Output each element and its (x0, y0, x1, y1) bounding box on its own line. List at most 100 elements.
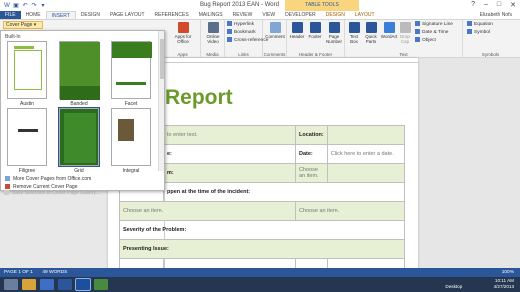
comment-label: Comment (265, 34, 285, 39)
text-box-button[interactable]: Text Box (346, 22, 362, 44)
save-selection-icon (4, 190, 9, 195)
start-icon[interactable] (4, 279, 18, 290)
save-selection-item[interactable]: Save Selection to Cover Page Gallery... (4, 190, 100, 197)
date-time-button[interactable]: Date & Time (415, 29, 448, 36)
more-cover-pages-item[interactable]: More Cover Pages from Office.com (5, 176, 91, 183)
symbol-label: Symbol (474, 30, 490, 35)
table-cell[interactable]: m: (163, 163, 296, 183)
table-cell[interactable]: Location: (295, 125, 328, 145)
document-title[interactable]: Report (165, 86, 233, 110)
cover-page-gallery: Built-In Austin Banded Facet Filigree Gr… (0, 30, 165, 191)
word-count[interactable]: 49 WORDS (42, 270, 67, 275)
table-cell[interactable]: Choose an item. (119, 201, 296, 221)
table-cell[interactable]: Choose an item. (295, 201, 405, 221)
apps-group: Apps for Office Apps (165, 20, 201, 58)
gallery-scrollbar[interactable] (158, 31, 164, 171)
quick-access-toolbar: W ▣ ↶ ↷ ▾ (4, 3, 46, 9)
outlook-icon[interactable] (58, 279, 72, 290)
cover-thumb-integral[interactable] (111, 108, 151, 166)
comment-button[interactable]: Comment (264, 22, 286, 39)
object-button[interactable]: Object (415, 37, 436, 44)
symbols-group-label: Symbols (481, 52, 500, 57)
cover-thumb-filigree[interactable] (7, 108, 47, 166)
footer-button[interactable]: Footer (306, 22, 324, 39)
table-row: Choose an item. Choose an item. (119, 201, 405, 221)
apps-icon (177, 22, 189, 33)
word-taskbar-icon[interactable] (75, 278, 91, 291)
tab-insert[interactable]: INSERT (45, 11, 76, 19)
save-icon[interactable]: ▣ (13, 3, 19, 9)
tab-home[interactable]: HOME (21, 11, 46, 19)
tab-page-layout[interactable]: PAGE LAYOUT (105, 11, 150, 19)
cover-thumb-austin[interactable] (7, 41, 47, 99)
wordart-icon (383, 22, 395, 33)
wordart-button[interactable]: WordArt (380, 22, 398, 39)
tab-design[interactable]: DESIGN (76, 11, 105, 19)
redo-icon[interactable]: ↷ (31, 3, 37, 9)
tab-developer[interactable]: DEVELOPER (280, 11, 321, 19)
table-cell[interactable]: Date: (295, 144, 328, 164)
cover-label-filigree: Filigree (18, 168, 36, 174)
apps-for-office-button[interactable]: Apps for Office (169, 22, 197, 44)
table-cell[interactable]: Presenting Issue: (119, 239, 405, 259)
hyperlink-button[interactable]: Hyperlink (227, 21, 254, 28)
explorer-icon[interactable] (22, 279, 36, 290)
apps-for-office-label: Apps for Office (174, 34, 192, 44)
drop-cap-button[interactable]: Drop Cap (398, 22, 412, 44)
header-button[interactable]: Header (288, 22, 306, 39)
desktop-label[interactable]: Desktop (445, 284, 462, 289)
table-cell[interactable] (326, 163, 406, 183)
gallery-heading: Built-In (5, 34, 21, 40)
save-selection-label: Save Selection to Cover Page Gallery... (12, 190, 100, 196)
tab-view[interactable]: VIEW (257, 11, 280, 19)
banded-band (60, 86, 100, 100)
ie-icon[interactable] (40, 279, 54, 290)
minimize-button[interactable]: – (484, 1, 488, 9)
undo-icon[interactable]: ↶ (22, 3, 28, 9)
links-group: Hyperlink Bookmark Cross-reference Links (225, 20, 268, 58)
word-app-icon[interactable]: W (4, 3, 10, 9)
table-cell[interactable]: to enter text. (163, 125, 296, 145)
page-count[interactable]: PAGE 1 OF 1 (4, 270, 33, 275)
close-button[interactable]: ✕ (510, 1, 516, 9)
cover-page-button[interactable]: Cover Page ▾ (3, 21, 43, 29)
scrollbar-thumb[interactable] (160, 39, 164, 79)
table-cell[interactable] (326, 125, 406, 145)
cover-label-banded: Banded (70, 101, 88, 107)
customize-qat-icon[interactable]: ▾ (40, 3, 46, 9)
maximize-button[interactable]: □ (497, 1, 501, 9)
table-cell[interactable]: ppen at the time of the incident: (163, 182, 405, 202)
cover-thumb-facet[interactable] (111, 41, 152, 99)
app-taskbar-icon[interactable] (94, 279, 108, 290)
user-name[interactable]: Elizabeth Nofs (480, 11, 512, 20)
tab-table-design[interactable]: DESIGN (321, 11, 350, 19)
equation-button[interactable]: Equation (467, 21, 493, 28)
signature-line-button[interactable]: Signature Line (415, 21, 453, 28)
status-bar: PAGE 1 OF 1 49 WORDS 100% (0, 268, 520, 277)
zoom-level[interactable]: 100% (502, 268, 514, 277)
tab-file[interactable]: FILE (0, 11, 21, 19)
online-video-label: Online Video (206, 34, 220, 44)
tab-mailings[interactable]: MAILINGS (194, 11, 228, 19)
online-video-button[interactable]: Online Video (202, 22, 224, 44)
tab-table-layout[interactable]: LAYOUT (350, 11, 380, 19)
date-time-label: Date & Time (422, 30, 449, 35)
page-number-label: Page Number (325, 34, 342, 44)
integral-photo (118, 119, 134, 141)
table-cell[interactable]: Choose an item. (295, 163, 328, 183)
clock[interactable]: 10:11 AM 4/27/2013 (494, 278, 514, 290)
table-cell[interactable]: e: (163, 144, 296, 164)
quick-parts-button[interactable]: Quick Parts (362, 22, 380, 44)
table-cell[interactable]: Severity of the Problem: (119, 220, 405, 240)
page-number-button[interactable]: Page Number (324, 22, 344, 44)
table-cell[interactable]: Click here to enter a date. (326, 144, 406, 164)
symbol-button[interactable]: Symbol (467, 29, 490, 36)
equation-label: Equation (474, 22, 493, 27)
cover-thumb-banded[interactable] (59, 41, 100, 100)
cover-thumb-grid[interactable] (58, 107, 100, 167)
help-button[interactable]: ? (471, 1, 475, 9)
tab-review[interactable]: REVIEW (228, 11, 258, 19)
window-title: Bug Report 2013 EAN - Word (200, 2, 279, 8)
bookmark-button[interactable]: Bookmark (227, 29, 256, 36)
tab-references[interactable]: REFERENCES (150, 11, 194, 19)
